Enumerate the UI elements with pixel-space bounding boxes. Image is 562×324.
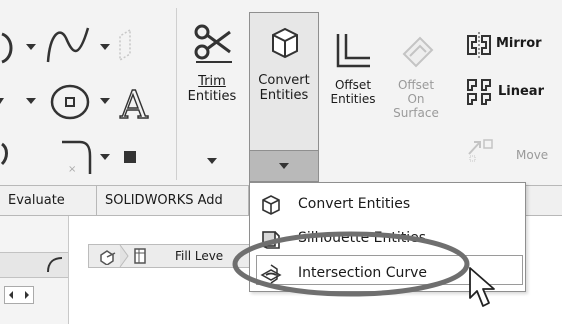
tab-evaluate[interactable]: Evaluate <box>0 186 97 216</box>
ellipse-dropdown-arrow[interactable] <box>100 98 110 104</box>
linear-label[interactable]: Linear <box>498 84 544 99</box>
convert-entities-button[interactable]: Convert Entities <box>249 12 319 170</box>
menu-item-label: Convert Entities <box>298 196 411 212</box>
tab-solidworks-add-ins[interactable]: SOLIDWORKS Add <box>97 186 249 216</box>
partial-arc-icon[interactable] <box>0 28 22 68</box>
move-icon[interactable] <box>466 136 496 162</box>
spline-dropdown-arrow[interactable] <box>100 44 110 50</box>
assembly-icon <box>100 250 116 265</box>
convert-entities-label: Convert Entities <box>258 73 310 103</box>
trim-dropdown-arrow[interactable] <box>207 158 217 164</box>
arc-dropdown-arrow[interactable] <box>26 44 36 50</box>
trim-entities-button[interactable]: Trim Entities <box>180 14 244 182</box>
chevron-down-icon <box>279 163 289 169</box>
fillet-dropdown-arrow[interactable] <box>100 154 110 160</box>
offset-on-surface-button[interactable]: Offset On Surface <box>386 26 446 146</box>
mirror-icon[interactable] <box>466 32 492 58</box>
breadcrumb-label: Fill Leve <box>175 249 224 263</box>
menu-item-hover-outline <box>256 255 523 285</box>
spline-icon[interactable] <box>44 24 94 66</box>
scroll-arrows-icon <box>9 291 29 299</box>
menu-item-silhouette-entities[interactable]: Silhouette Entities <box>251 221 524 255</box>
trim-entities-label: Trim Entities <box>187 74 237 104</box>
partial-dropdown-arrow[interactable] <box>0 98 4 104</box>
point-icon[interactable] <box>124 151 136 163</box>
feature-icon <box>134 248 146 264</box>
point-dropdown-arrow-left[interactable] <box>26 98 36 104</box>
offset-entities-button[interactable]: Offset Entities <box>324 26 382 126</box>
panel-tab-icon[interactable] <box>44 256 64 274</box>
sketch-tools-group: A × <box>0 20 149 180</box>
ellipse-icon[interactable] <box>48 82 92 122</box>
svg-text:A: A <box>119 83 148 124</box>
fillet-icon[interactable]: × <box>58 136 94 176</box>
move-label[interactable]: Move <box>516 148 548 162</box>
feature-manager-panel <box>0 216 69 324</box>
ribbon-divider <box>176 8 177 180</box>
text-icon[interactable]: A <box>112 82 156 124</box>
breadcrumb[interactable]: Fill Leve <box>88 244 256 268</box>
svg-text:×: × <box>68 164 76 175</box>
offset-on-surface-icon <box>402 36 434 68</box>
offset-entities-label: Offset Entities <box>330 78 376 106</box>
convert-entities-icon <box>272 27 298 59</box>
convert-entities-icon <box>262 195 280 215</box>
menu-item-label: Silhouette Entities <box>298 230 427 246</box>
mirror-label[interactable]: Mirror <box>496 36 542 51</box>
breadcrumb-separator-icon <box>119 245 129 267</box>
silhouette-entities-icon <box>262 231 280 249</box>
convert-entities-dropdown-toggle[interactable] <box>249 150 319 182</box>
offset-entities-icon <box>336 34 370 68</box>
menu-item-convert-entities[interactable]: Convert Entities <box>251 187 524 221</box>
offset-on-surface-label: Offset On Surface <box>393 78 439 120</box>
plane-icon[interactable] <box>118 28 132 62</box>
panel-scrollbar[interactable] <box>4 286 34 304</box>
linear-pattern-icon[interactable] <box>466 78 494 108</box>
partial-curve-icon[interactable] <box>0 138 14 168</box>
scissors-icon <box>194 24 232 63</box>
